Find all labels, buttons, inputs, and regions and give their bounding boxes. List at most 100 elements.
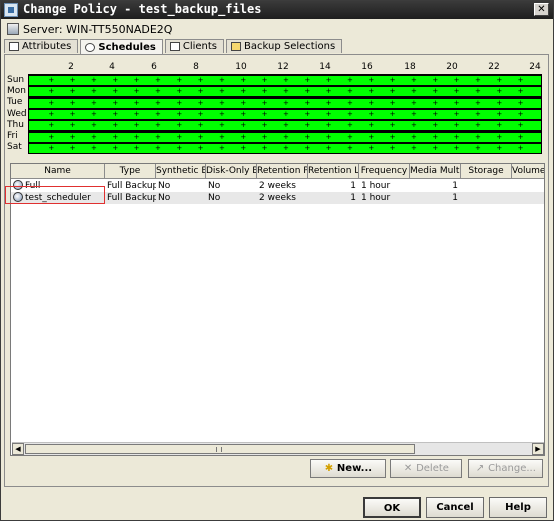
hour-tick: + <box>411 132 417 141</box>
scrollbar-thumb[interactable] <box>25 444 415 454</box>
hour-tick: + <box>453 109 460 118</box>
backup-selections-icon <box>231 42 242 51</box>
schedules-table: Name Type Synthetic B... Disk-Only B... … <box>10 163 545 456</box>
hour-axis: 2 4 6 8 10 12 14 16 18 20 22 24 <box>5 62 550 74</box>
column-header-storage[interactable]: Storage <box>461 164 512 179</box>
column-header-volume[interactable]: Volume <box>512 164 544 179</box>
cell-synthetic: No <box>158 193 171 203</box>
column-header-synthetic-backup[interactable]: Synthetic B... <box>156 164 206 179</box>
hour-tick: + <box>347 143 353 152</box>
schedule-row-fri[interactable]: + + + + + + + + + + + + + + + + + + + + + + + <box>29 132 541 142</box>
schedule-row-wed[interactable]: + + + + + + + + + + + + + + + + + + + + + + + <box>29 109 541 119</box>
hour-tick: + <box>368 143 375 152</box>
column-header-disk-only-backup[interactable]: Disk-Only B... <box>206 164 257 179</box>
schedule-row-mon[interactable]: + + + + + + + + + + + + + + + + + + + + + + + <box>29 87 541 97</box>
delete-schedule-button[interactable]: ✕ Delete <box>390 459 462 478</box>
hour-tick: + <box>261 109 268 118</box>
schedule-window-grid[interactable]: + + + + + + + + + + + + + + + + + + + + + + + + + + + + + + + + + + + + + + + +… <box>28 74 542 154</box>
hour-tick: + <box>496 143 503 152</box>
attributes-icon <box>9 42 19 51</box>
schedule-row-tue[interactable]: + + + + + + + + + + + + + + + + + + + + + + + <box>29 98 541 108</box>
hour-tick: + <box>453 143 460 152</box>
tab-schedules[interactable]: Schedules <box>80 39 163 54</box>
hour-tick: + <box>496 109 503 118</box>
hour-tick: + <box>411 143 417 152</box>
schedule-row-sun[interactable]: + + + + + + + + + + + + + + + + + + + + + + + <box>29 76 541 85</box>
hour-tick: + <box>197 98 204 107</box>
scroll-left-icon[interactable]: ◀ <box>12 443 24 455</box>
hour-tick: + <box>496 76 503 84</box>
hour-tick: + <box>219 76 225 84</box>
hour-tick: + <box>240 98 247 107</box>
tab-backup-selections[interactable]: Backup Selections <box>226 39 343 53</box>
tab-label: Clients <box>182 41 218 52</box>
hour-tick: + <box>155 76 161 84</box>
hour-tick: + <box>475 132 481 141</box>
hour-tick: + <box>155 132 161 141</box>
cell-synthetic: No <box>158 181 171 191</box>
hour-tick: + <box>475 121 481 130</box>
cell-storage <box>461 192 512 204</box>
window-title: Change Policy - test_backup_files <box>23 2 262 16</box>
hour-tick: + <box>325 109 332 118</box>
hour-tick: + <box>347 121 353 130</box>
cell-volume <box>512 192 544 204</box>
hour-tick: + <box>240 109 247 118</box>
hour-tick: + <box>283 143 289 152</box>
column-header-retention-period[interactable]: Retention P... <box>257 164 308 179</box>
hour-label: 2 <box>68 62 74 72</box>
hour-tick: + <box>389 143 396 152</box>
schedules-icon <box>85 42 96 52</box>
cancel-button[interactable]: Cancel <box>426 497 484 518</box>
day-label: Sat <box>7 142 22 152</box>
hour-tick: + <box>325 132 332 141</box>
hour-tick: + <box>133 121 140 130</box>
ok-button[interactable]: OK <box>363 497 421 518</box>
scroll-right-icon[interactable]: ▶ <box>532 443 544 455</box>
hour-tick: + <box>368 132 375 141</box>
new-schedule-button[interactable]: ✱ New... <box>310 459 386 478</box>
cell-retention-period: 2 weeks <box>259 193 296 203</box>
hour-tick: + <box>155 109 161 118</box>
hour-tick: + <box>261 98 268 107</box>
hour-tick: + <box>91 143 97 152</box>
tab-bar: Attributes Schedules Clients Backup Sele… <box>4 39 344 54</box>
change-schedule-button[interactable]: ↗ Change... <box>468 459 543 478</box>
hour-tick: + <box>432 98 439 107</box>
horizontal-scrollbar[interactable]: ◀ ▶ <box>12 442 544 455</box>
tab-label: Backup Selections <box>244 41 336 52</box>
column-header-media-multiplexing[interactable]: Media Multi... <box>410 164 461 179</box>
column-header-retention-level[interactable]: Retention L... <box>308 164 359 179</box>
help-button[interactable]: Help <box>489 497 547 518</box>
hour-tick: + <box>197 121 204 130</box>
hour-tick: + <box>432 121 439 130</box>
column-header-type[interactable]: Type <box>105 164 156 179</box>
schedule-row-thu[interactable]: + + + + + + + + + + + + + + + + + + + + + + + <box>29 121 541 131</box>
hour-tick: + <box>389 87 396 96</box>
cell-volume <box>512 180 544 192</box>
hour-tick: + <box>69 76 76 84</box>
hour-tick: + <box>411 87 417 96</box>
hour-tick: + <box>112 121 119 130</box>
hour-tick: + <box>240 143 247 152</box>
hour-tick: + <box>325 76 332 84</box>
column-header-name[interactable]: Name <box>11 164 105 179</box>
column-header-frequency[interactable]: Frequency <box>359 164 410 179</box>
hour-tick: + <box>304 109 311 118</box>
close-button[interactable]: ✕ <box>534 3 549 16</box>
hour-tick: + <box>219 121 225 130</box>
hour-tick: + <box>48 87 55 96</box>
hour-tick: + <box>197 87 204 96</box>
tab-clients[interactable]: Clients <box>164 39 225 53</box>
tab-attributes[interactable]: Attributes <box>4 39 79 53</box>
day-label: Fri <box>7 131 18 141</box>
title-bar[interactable]: Change Policy - test_backup_files ✕ <box>1 1 553 19</box>
hour-tick: + <box>325 98 332 107</box>
hour-tick: + <box>155 87 161 96</box>
schedule-row-sat[interactable]: + + + + + + + + + + + + + + + + + + + + + + + <box>29 143 541 153</box>
hour-tick: + <box>389 132 396 141</box>
hour-tick: + <box>133 87 140 96</box>
cell-retention-period: 2 weeks <box>259 181 296 191</box>
hour-tick: + <box>219 109 225 118</box>
cell-frequency: 1 hour <box>361 181 391 191</box>
